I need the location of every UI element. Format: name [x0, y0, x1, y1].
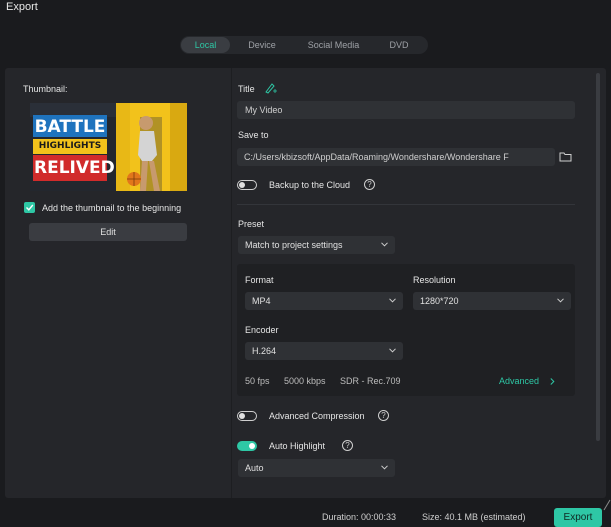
fps-value: 50 fps [245, 376, 270, 386]
resolution-select[interactable]: 1280*720 [413, 292, 571, 310]
scrollbar[interactable] [596, 73, 600, 441]
preset-label: Preset [238, 219, 265, 229]
duration-text: Duration: 00:00:33 [322, 512, 397, 522]
thumbnail-label: Thumbnail: [23, 84, 68, 94]
size-text: Size: 40.1 MB (estimated) [422, 512, 526, 522]
section-divider [237, 204, 575, 205]
checkmark-icon [26, 204, 34, 211]
thumbnail-text-highlights: HIGHLIGHTS [38, 141, 102, 151]
chevron-down-icon [557, 298, 564, 303]
encoder-select[interactable]: H.264 [245, 342, 403, 360]
auto-highlight-mode-value: Auto [245, 463, 264, 473]
tab-social-media[interactable]: Social Media [294, 37, 373, 53]
tab-dvd[interactable]: DVD [373, 37, 425, 53]
backup-info-icon[interactable]: ? [364, 179, 375, 190]
window-title: Export [6, 1, 38, 13]
chevron-down-icon [381, 242, 388, 247]
bitrate-value: 5000 kbps [284, 376, 326, 386]
tab-local[interactable]: Local [181, 37, 230, 53]
color-space-value: SDR - Rec.709 [340, 376, 401, 386]
advanced-compression-info-icon[interactable]: ? [378, 410, 389, 421]
auto-highlight-info-icon[interactable]: ? [342, 440, 353, 451]
chevron-right-icon[interactable] [550, 378, 555, 385]
chevron-down-icon [381, 465, 388, 470]
chevron-down-icon [389, 348, 396, 353]
toggle-knob [239, 413, 245, 419]
resolution-label: Resolution [413, 275, 456, 285]
toggle-knob [249, 443, 255, 449]
resolution-value: 1280*720 [420, 296, 459, 306]
encoder-label: Encoder [245, 325, 279, 335]
format-value: MP4 [252, 296, 271, 306]
format-label: Format [245, 275, 274, 285]
export-button[interactable]: Export [554, 508, 602, 527]
tab-device[interactable]: Device [230, 37, 294, 53]
export-settings-panel: Thumbnail: BATTLE HIGHLIGHTS RELIVED Add… [5, 68, 606, 498]
toggle-knob [239, 182, 245, 188]
chevron-down-icon [389, 298, 396, 303]
panel-divider [231, 68, 232, 498]
add-thumbnail-label: Add the thumbnail to the beginning [42, 203, 182, 213]
advanced-link[interactable]: Advanced [499, 376, 539, 386]
title-input[interactable]: My Video [237, 101, 575, 119]
ai-pen-icon[interactable] [264, 82, 278, 94]
save-to-path-input[interactable]: C:/Users/kbizsoft/AppData/Roaming/Wonder… [237, 148, 555, 166]
resize-grip-icon[interactable] [603, 499, 611, 511]
export-tabs: Local Device Social Media DVD [180, 36, 428, 54]
preset-select[interactable]: Match to project settings [238, 236, 395, 254]
format-settings-panel: Format MP4 Resolution 1280*720 Encoder H… [237, 264, 575, 396]
advanced-compression-toggle[interactable] [237, 411, 257, 421]
backup-cloud-toggle[interactable] [237, 180, 257, 190]
advanced-compression-label: Advanced Compression [269, 411, 365, 421]
edit-thumbnail-button[interactable]: Edit [29, 223, 187, 241]
auto-highlight-toggle[interactable] [237, 441, 257, 451]
thumbnail-text-battle: BATTLE [34, 117, 106, 137]
save-to-label: Save to [238, 130, 269, 140]
thumbnail-text-relived: RELIVED [34, 158, 115, 178]
title-label: Title [238, 84, 255, 94]
backup-cloud-label: Backup to the Cloud [269, 180, 351, 190]
window-titlebar: Export [0, 0, 611, 18]
folder-icon[interactable] [559, 151, 572, 162]
thumbnail-image[interactable]: BATTLE HIGHLIGHTS RELIVED [30, 103, 187, 191]
encoder-value: H.264 [252, 346, 277, 356]
auto-highlight-label: Auto Highlight [269, 441, 326, 451]
add-thumbnail-checkbox[interactable] [24, 202, 35, 213]
preset-value: Match to project settings [245, 240, 343, 250]
format-select[interactable]: MP4 [245, 292, 403, 310]
auto-highlight-mode-select[interactable]: Auto [238, 459, 395, 477]
